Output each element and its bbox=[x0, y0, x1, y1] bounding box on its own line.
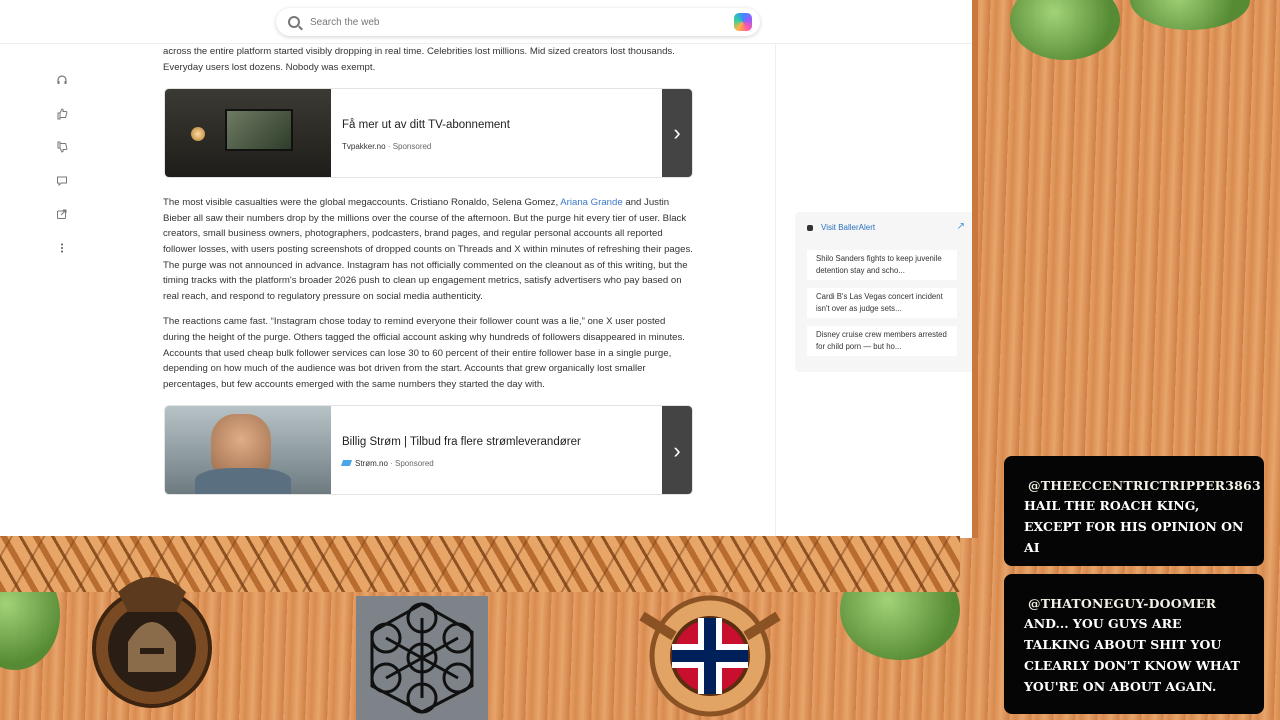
copilot-icon[interactable] bbox=[734, 13, 752, 31]
metatron-cube-icon bbox=[356, 596, 488, 720]
norway-flag-emblem-icon bbox=[624, 586, 796, 720]
comment-icon[interactable] bbox=[48, 167, 76, 195]
ariana-grande-link[interactable]: Ariana Grande bbox=[560, 197, 622, 208]
related-story-item[interactable]: Disney cruise crew members arrested for … bbox=[807, 326, 957, 356]
ad-source: Tvpakker.no bbox=[342, 142, 386, 152]
sponsored-ad-strom[interactable]: Billig Strøm | Tilbud fra flere strømlev… bbox=[165, 406, 692, 495]
browser-top-bar: Search the web bbox=[0, 0, 972, 44]
more-options-icon[interactable] bbox=[48, 234, 76, 262]
ad-title: Få mer ut av ditt TV-abonnement bbox=[342, 119, 510, 132]
related-story-item[interactable]: Cardi B's Las Vegas concert incident isn… bbox=[807, 288, 957, 318]
chat-text: AND... YOU GUYS ARE TALKING ABOUT SHIT Y… bbox=[1024, 616, 1240, 694]
thumbs-up-icon[interactable] bbox=[48, 100, 76, 128]
publisher-logo-icon bbox=[807, 224, 813, 231]
ad-sponsored-label: Sponsored bbox=[395, 459, 434, 469]
search-box[interactable]: Search the web bbox=[276, 8, 760, 36]
strom-logo-icon bbox=[340, 460, 353, 467]
visit-source-link[interactable]: Visit BallerAlert bbox=[807, 223, 875, 232]
article-paragraph: The reactions came fast. “Instagram chos… bbox=[163, 316, 685, 390]
paragraph-text: The most visible casualties were the glo… bbox=[163, 197, 561, 209]
browser-window: Search the web across the entire platfor… bbox=[0, 0, 978, 538]
ad-title: Billig Strøm | Tilbud fra flere strømlev… bbox=[342, 436, 581, 449]
helmet-emblem-icon bbox=[88, 572, 216, 712]
ad-source: Strøm.no bbox=[355, 459, 388, 469]
ad-image bbox=[165, 89, 331, 178]
external-link-icon[interactable]: ↗ bbox=[957, 221, 965, 232]
ad-meta: Tvpakker.no · Sponsored bbox=[342, 142, 432, 152]
chevron-right-icon[interactable]: › bbox=[662, 89, 692, 178]
ad-meta: Strøm.no · Sponsored bbox=[340, 456, 434, 472]
headphones-icon[interactable] bbox=[48, 66, 76, 94]
article-paragraph: across the entire platform started visib… bbox=[163, 46, 675, 73]
search-icon bbox=[288, 16, 300, 28]
thumbs-down-icon[interactable] bbox=[48, 133, 76, 161]
chevron-right-icon[interactable]: › bbox=[662, 406, 692, 495]
chat-username: @THATONEGUY-DOOMER bbox=[1028, 596, 1217, 611]
chat-message: @THATONEGUY-DOOMER AND... YOU GUYS ARE T… bbox=[1004, 574, 1264, 714]
search-placeholder: Search the web bbox=[310, 16, 380, 28]
article-action-toolbar bbox=[48, 66, 76, 267]
visit-source-label: Visit BallerAlert bbox=[821, 223, 876, 232]
article-paragraph: The most visible casualties were the glo… bbox=[163, 195, 693, 304]
chat-message: @THEECCENTRICTRIPPER3863 HAIL THE ROACH … bbox=[1004, 456, 1264, 566]
right-rail-divider bbox=[775, 44, 776, 538]
chat-text: HAIL THE ROACH KING, EXCEPT FOR HIS OPIN… bbox=[1024, 498, 1244, 555]
related-stories-card: Visit BallerAlert ↗ Shilo Sanders fights… bbox=[795, 212, 972, 372]
share-icon[interactable] bbox=[48, 200, 76, 228]
sponsored-ad-tv[interactable]: Få mer ut av ditt TV-abonnement Tvpakker… bbox=[165, 89, 692, 178]
article-body: across the entire platform started visib… bbox=[163, 44, 693, 512]
paragraph-text: and Justin Bieber all saw their numbers … bbox=[163, 197, 693, 302]
chat-username: @THEECCENTRICTRIPPER3863 bbox=[1028, 478, 1261, 493]
ad-image bbox=[165, 406, 331, 495]
ad-sponsored-label: Sponsored bbox=[392, 142, 432, 152]
related-story-item[interactable]: Shilo Sanders fights to keep juvenile de… bbox=[807, 250, 957, 280]
